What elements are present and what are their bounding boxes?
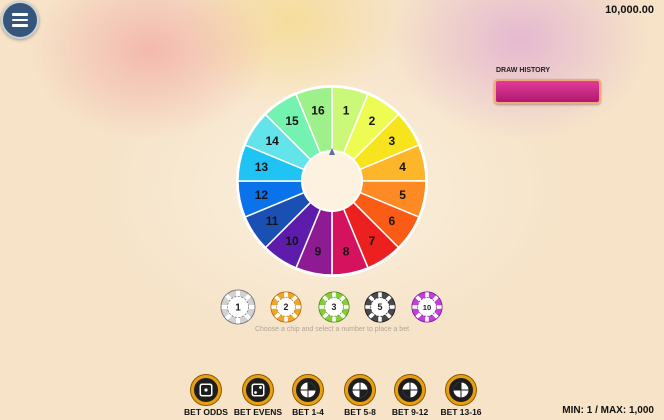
wheel-number: 6 [389,214,396,228]
die-one-icon [190,374,222,406]
wheel-number: 12 [255,188,269,202]
quarter-2-icon [344,374,376,406]
wheel-hub [301,150,363,212]
quarter-1-icon [292,374,324,406]
wheel-number: 3 [389,134,396,148]
bet-button-label: BET 13-16 [440,407,482,417]
wheel-number: 1 [343,103,350,117]
wheel-number: 9 [315,245,322,259]
chip-tray: 1 2 3 5 10 [0,289,664,325]
wheel-number: 4 [399,160,406,174]
chip-10[interactable]: 10 [411,291,443,323]
number-wheel: 12345678910111213141516 [236,85,428,277]
chip-value: 2 [284,302,289,312]
bet-limits: MIN: 1 / MAX: 1,000 [562,405,654,416]
wheel-number: 7 [369,234,376,248]
wheel-number: 16 [311,103,325,117]
menu-icon-bar [12,24,28,27]
balance-display: 10,000.00 [605,4,654,16]
menu-button[interactable] [1,1,39,39]
chip-3[interactable]: 3 [318,291,350,323]
chip-2[interactable]: 2 [270,291,302,323]
wheel-number: 5 [399,188,406,202]
draw-history-label: DRAW HISTORY [496,67,551,74]
wheel-number: 14 [265,134,279,148]
die-two-icon [242,374,274,406]
chip-value: 3 [332,302,337,312]
chip-1[interactable]: 1 [220,289,256,325]
chip-value: 5 [378,302,383,312]
draw-history-panel [494,79,601,104]
chip-value: 1 [235,303,241,314]
chip-value: 10 [423,303,431,312]
quarter-4-icon [445,374,477,406]
instruction-text: Choose a chip and select a number to pla… [254,326,410,333]
wheel-number: 11 [266,214,279,228]
wheel-number: 13 [255,160,269,174]
menu-icon-bar [12,18,28,22]
wheel-number: 10 [285,234,299,248]
wheel-number: 2 [369,114,376,128]
menu-icon-bar [12,13,28,16]
bet-button-6[interactable]: BET 13-16 [433,374,489,420]
quarter-3-icon [394,374,426,406]
wheel-number: 15 [285,114,299,128]
wheel-number: 8 [343,245,350,259]
chip-5[interactable]: 5 [364,291,396,323]
